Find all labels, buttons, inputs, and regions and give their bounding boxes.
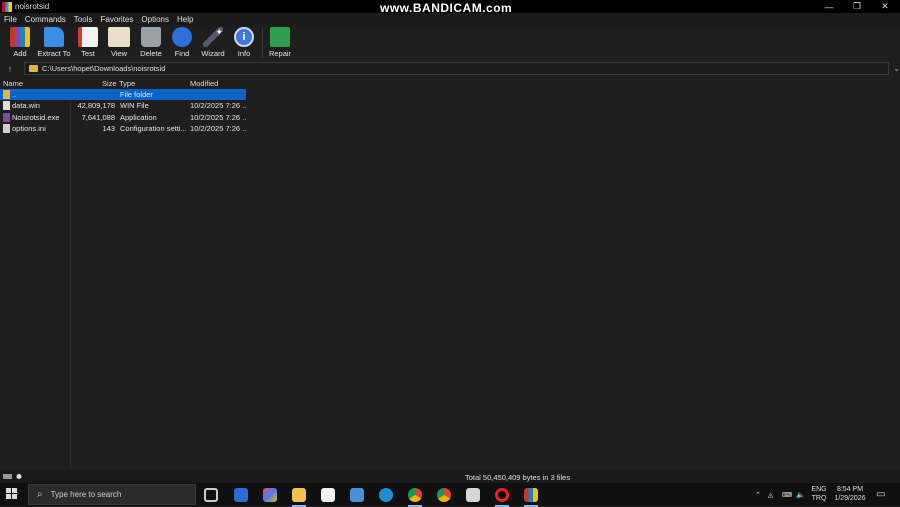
address-bar: ↑ C:\Users\hopet\Downloads\noisrotsid ⌄ — [0, 62, 900, 76]
path-dropdown-icon[interactable]: ⌄ — [893, 64, 900, 73]
taskbar-search[interactable]: ⌕ Type here to search — [28, 484, 196, 505]
winrar-app-icon — [2, 1, 12, 12]
folder-icon — [29, 65, 38, 72]
show-hidden-icons[interactable]: ⌃ — [755, 483, 761, 506]
exe-icon — [3, 112, 10, 122]
view-book-icon — [108, 27, 130, 47]
settings-file-icon — [3, 123, 10, 133]
windows-start-icon[interactable] — [6, 488, 18, 500]
taskbar: ⌕ Type here to search ⌃ ◬ ⌨ 🔈 ENG TRQ 8:… — [0, 483, 900, 507]
close-button[interactable]: ✕ — [871, 0, 899, 13]
test-button[interactable]: Test — [78, 27, 98, 61]
edge-icon[interactable] — [377, 486, 395, 504]
status-bar: Total 50,450,409 bytes in 3 files — [0, 470, 900, 483]
col-size[interactable]: Size — [102, 79, 117, 88]
path-field[interactable]: C:\Users\hopet\Downloads\noisrotsid — [24, 62, 889, 75]
trash-icon — [141, 27, 161, 47]
view-button[interactable]: View — [107, 27, 131, 61]
menu-options[interactable]: Options — [137, 15, 173, 24]
file-row[interactable]: options.ini 143 Configuration setti... 1… — [0, 123, 246, 134]
find-button[interactable]: Find — [171, 27, 193, 61]
parent-folder-icon — [3, 90, 10, 99]
menu-tools[interactable]: Tools — [70, 15, 97, 24]
wand-icon: ✦ — [203, 27, 223, 47]
status-text: Total 50,450,409 bytes in 3 files — [465, 473, 571, 482]
toolbar-separator — [262, 28, 263, 58]
file-row[interactable]: data.win 42,809,178 WIN File 10/2/2025 7… — [0, 100, 246, 111]
clock-date: 1/29/2026 — [834, 495, 866, 502]
toolbar: Add Extract To Test View Delete Find ✦ W… — [0, 25, 900, 61]
copilot-icon[interactable] — [261, 486, 279, 504]
clock-time: 8:54 PM — [836, 486, 864, 493]
window-title: noisrotsid — [15, 2, 50, 11]
bandicam-record-icon[interactable] — [493, 486, 511, 507]
notification-icon[interactable]: ▭ — [876, 483, 885, 506]
menu-bar: File Commands Tools Favorites Options He… — [0, 13, 900, 25]
add-button[interactable]: Add — [9, 27, 31, 61]
file-icon — [3, 101, 10, 111]
maximize-button[interactable]: ❐ — [843, 0, 871, 13]
winrar-icon[interactable] — [522, 486, 540, 507]
column-divider — [70, 89, 71, 469]
store-icon[interactable] — [319, 486, 337, 504]
menu-favorites[interactable]: Favorites — [96, 15, 137, 24]
extract-to-button[interactable]: Extract To — [37, 27, 71, 61]
minimize-button[interactable]: — — [815, 0, 843, 13]
info-icon: i — [234, 27, 254, 47]
mail-icon[interactable] — [232, 486, 250, 504]
clock[interactable]: 8:54 PM 1/29/2026 — [828, 485, 872, 503]
task-view-icon[interactable] — [202, 486, 220, 504]
language-indicator[interactable]: ENG TRQ — [810, 485, 828, 503]
delete-button[interactable]: Delete — [139, 27, 163, 61]
chrome-icon[interactable] — [435, 486, 453, 504]
menu-commands[interactable]: Commands — [21, 15, 70, 24]
file-row[interactable]: Noisrotsid.exe 7,641,088 Application 10/… — [0, 112, 246, 123]
file-explorer-icon[interactable] — [290, 486, 308, 507]
column-header: Name Size Type Modified — [0, 78, 246, 89]
add-archive-icon — [10, 27, 30, 47]
wizard-button[interactable]: ✦ Wizard — [200, 27, 226, 61]
search-icon: ⌕ — [37, 489, 43, 500]
test-icon — [78, 27, 98, 47]
keyboard-icon[interactable]: ⌨ — [782, 483, 792, 506]
menu-help[interactable]: Help — [173, 15, 197, 24]
drive-key-icon — [3, 473, 23, 480]
info-button[interactable]: i Info — [234, 27, 254, 61]
repair-button[interactable]: Repair — [268, 27, 292, 61]
col-modified[interactable]: Modified — [190, 79, 218, 88]
volume-mute-icon[interactable]: 🔈 — [796, 483, 805, 506]
extract-folder-icon — [44, 27, 64, 47]
col-type[interactable]: Type — [119, 79, 135, 88]
search-placeholder: Type here to search — [50, 490, 122, 499]
first-aid-icon — [270, 27, 290, 47]
printer-icon[interactable] — [464, 486, 482, 504]
menu-file[interactable]: File — [0, 15, 21, 24]
magnifier-icon — [172, 27, 192, 47]
up-arrow-icon[interactable]: ↑ — [0, 62, 20, 76]
remote-desktop-icon[interactable] — [348, 486, 366, 504]
file-row-parent[interactable]: .. File folder — [0, 89, 246, 101]
network-icon[interactable]: ◬ — [768, 483, 773, 506]
col-name[interactable]: Name — [3, 79, 23, 88]
chrome-icon[interactable] — [406, 486, 424, 507]
path-text: C:\Users\hopet\Downloads\noisrotsid — [42, 64, 166, 73]
file-list: .. File folder data.win 42,809,178 WIN F… — [0, 89, 246, 134]
